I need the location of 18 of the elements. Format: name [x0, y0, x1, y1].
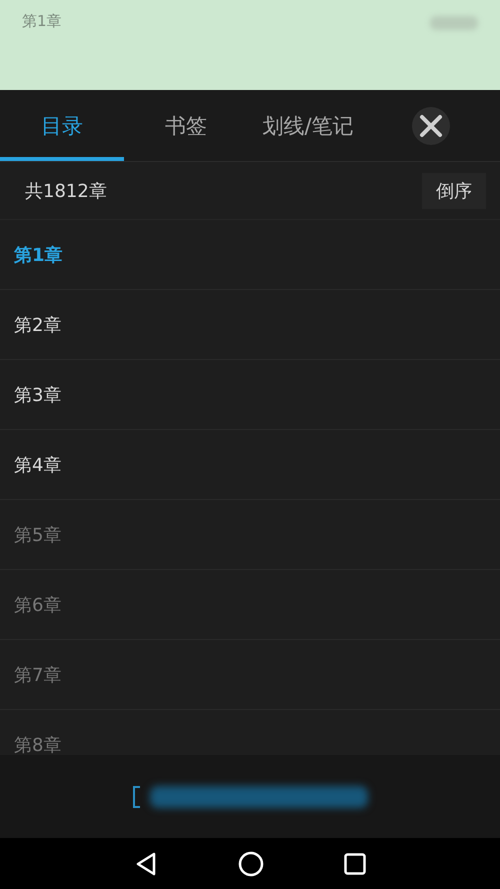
close-button[interactable] — [412, 106, 450, 144]
reverse-order-button[interactable]: 倒序 — [422, 172, 486, 208]
chapter-item[interactable]: 第5章 — [14, 522, 62, 546]
chapter-item[interactable]: 第6章 — [14, 592, 62, 616]
chapter-item[interactable]: 第4章 — [14, 452, 62, 476]
chapter-count: 共1812章 — [25, 180, 107, 202]
home-icon[interactable] — [238, 850, 264, 876]
recents-icon[interactable] — [344, 852, 366, 874]
back-icon[interactable] — [134, 850, 158, 876]
chapter-item[interactable]: 第1章 — [14, 242, 63, 266]
chapter-item[interactable]: 第8章 — [14, 732, 62, 755]
tab[interactable]: 目录 — [0, 90, 124, 161]
chapter-item[interactable]: 第3章 — [14, 382, 62, 406]
close-icon — [418, 114, 442, 138]
chapter-item[interactable]: 第2章 — [14, 312, 62, 336]
blurred-label — [430, 16, 478, 30]
chapter-item[interactable]: 第7章 — [14, 662, 62, 686]
chapter-title: 第1章 — [22, 12, 62, 31]
